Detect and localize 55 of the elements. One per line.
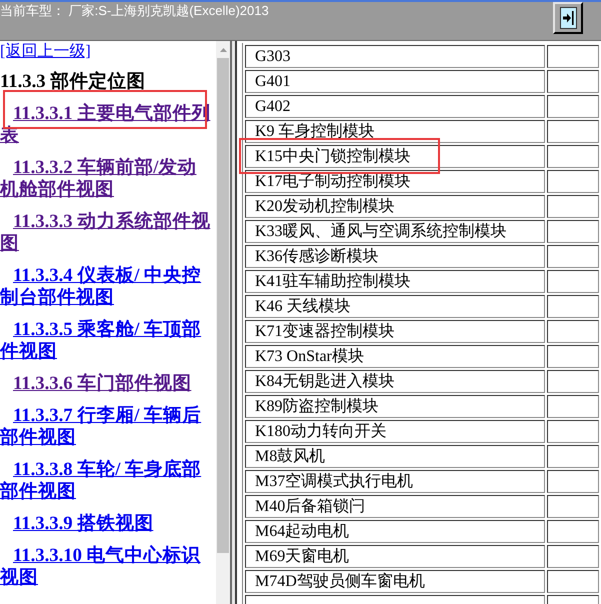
table-cell — [546, 320, 599, 343]
table-cell — [546, 220, 599, 243]
table-cell — [546, 170, 599, 193]
table-cell — [546, 270, 599, 293]
section-link[interactable]: 11.3.3.7 行李厢/ 车辆后部件视图 — [0, 405, 212, 449]
table-cell: K9 车身控制模块 — [245, 120, 545, 143]
table-cell: M69天窗电机 — [245, 545, 545, 568]
table-cell — [546, 245, 599, 268]
table-cell: M8鼓风机 — [245, 445, 545, 468]
table-cell — [546, 395, 599, 418]
table-cell: G402 — [245, 95, 545, 118]
car-model-title: 当前车型： 厂家:S-上海别克凯越(Excelle)2013 — [0, 2, 269, 18]
table-cell: M37空调模式执行电机 — [245, 470, 545, 493]
nav-button[interactable] — [553, 2, 583, 34]
table-cell — [546, 45, 599, 68]
table-cell: K36传感诊断模块 — [245, 245, 545, 268]
table-cell: K73 OnStar模块 — [245, 345, 545, 368]
back-link[interactable]: [返回上一级] — [0, 42, 91, 62]
table-cell — [546, 520, 599, 543]
table-cell: K15中央门锁控制模块 — [245, 145, 545, 168]
table-cell: K33暖风、通风与空调系统控制模块 — [245, 220, 545, 243]
section-heading: 11.3.3 部件定位图 — [0, 71, 146, 93]
table-cell — [546, 570, 599, 593]
table-cell: M64起动电机 — [245, 520, 545, 543]
table-cell — [546, 70, 599, 93]
table-cell: K71变速器控制模块 — [245, 320, 545, 343]
table-cell: K41驻车辅助控制模块 — [245, 270, 545, 293]
up-arrow-icon — [220, 48, 226, 52]
section-link[interactable]: 11.3.3.8 车轮/ 车身底部部件视图 — [0, 459, 212, 503]
table-cell: G401 — [245, 70, 545, 93]
table-cell — [546, 545, 599, 568]
table-cell — [546, 420, 599, 443]
table-cell — [546, 345, 599, 368]
table-cell — [546, 295, 599, 318]
section-link[interactable]: 11.3.3.6 车门部件视图 — [0, 373, 212, 395]
section-link[interactable]: 11.3.3.3 动力系统部件视图 — [0, 211, 212, 255]
table-cell: K46 天线模块 — [245, 295, 545, 318]
table-cell: K89防盗控制模块 — [245, 395, 545, 418]
table-cell — [546, 495, 599, 518]
table-cell — [546, 445, 599, 468]
table-cell — [546, 195, 599, 218]
table-cell: M40后备箱锁闩 — [245, 495, 545, 518]
section-link[interactable]: 11.3.3.9 搭铁视图 — [0, 513, 212, 535]
table-cell — [546, 470, 599, 493]
table-cell: K20发动机控制模块 — [245, 195, 545, 218]
table-cell: G303 — [245, 45, 545, 68]
table-cell — [546, 145, 599, 168]
table-cell: K180动力转向开关 — [245, 420, 545, 443]
table-cell — [546, 370, 599, 393]
frame-splitter[interactable] — [230, 41, 237, 604]
table-cell: K84无钥匙进入模块 — [245, 370, 545, 393]
table-cell: M74D驾驶员侧车窗电机 — [245, 570, 545, 593]
table-cell — [546, 95, 599, 118]
scrollbar-thumb[interactable] — [217, 58, 229, 553]
table-cell — [546, 120, 599, 143]
